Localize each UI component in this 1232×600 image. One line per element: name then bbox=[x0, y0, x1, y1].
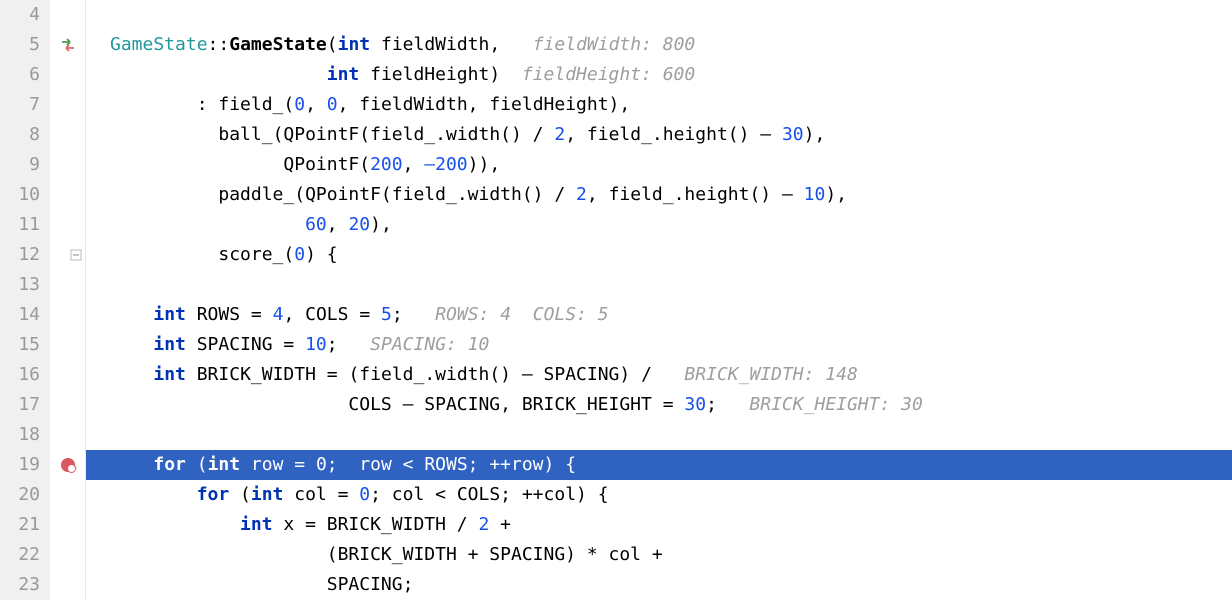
line-number[interactable]: 19 bbox=[0, 450, 40, 480]
line-number[interactable]: 10 bbox=[0, 180, 40, 210]
code-line[interactable]: int fieldHeight) fieldHeight: 600 bbox=[86, 60, 1232, 90]
code-line[interactable]: int SPACING = 10; SPACING: 10 bbox=[86, 330, 1232, 360]
breakpoint-icon[interactable] bbox=[50, 450, 85, 480]
code-line[interactable]: GameState::GameState(int fieldWidth, fie… bbox=[86, 30, 1232, 60]
line-number[interactable]: 21 bbox=[0, 510, 40, 540]
inline-hint: fieldWidth: 800 bbox=[533, 34, 696, 55]
inline-hint: BRICK_WIDTH: 148 bbox=[684, 364, 857, 385]
line-number[interactable]: 4 bbox=[0, 0, 40, 30]
line-number[interactable]: 6 bbox=[0, 60, 40, 90]
code-line[interactable]: : field_(0, 0, fieldWidth, fieldHeight), bbox=[86, 90, 1232, 120]
fold-icon[interactable] bbox=[70, 249, 82, 261]
inline-hint: ROWS: 4 COLS: 5 bbox=[435, 304, 608, 325]
line-number[interactable]: 20 bbox=[0, 480, 40, 510]
code-area[interactable]: GameState::GameState(int fieldWidth, fie… bbox=[86, 0, 1232, 600]
line-number[interactable]: 13 bbox=[0, 270, 40, 300]
code-line[interactable] bbox=[86, 270, 1232, 300]
line-number[interactable]: 17 bbox=[0, 390, 40, 420]
code-line[interactable]: 60, 20), bbox=[86, 210, 1232, 240]
code-line[interactable]: for (int col = 0; col < COLS; ++col) { bbox=[86, 480, 1232, 510]
line-number[interactable]: 12 bbox=[0, 240, 40, 270]
line-number[interactable]: 16 bbox=[0, 360, 40, 390]
marker-gutter[interactable] bbox=[50, 0, 86, 600]
line-number[interactable]: 22 bbox=[0, 540, 40, 570]
swap-arrows-icon[interactable] bbox=[50, 30, 85, 60]
line-number[interactable]: 7 bbox=[0, 90, 40, 120]
class-name: GameState bbox=[110, 34, 208, 55]
line-number[interactable]: 8 bbox=[0, 120, 40, 150]
code-line[interactable]: COLS – SPACING, BRICK_HEIGHT = 30; BRICK… bbox=[86, 390, 1232, 420]
code-line[interactable]: (BRICK_WIDTH + SPACING) * col + bbox=[86, 540, 1232, 570]
code-line[interactable]: score_(0) { bbox=[86, 240, 1232, 270]
code-line[interactable]: paddle_(QPointF(field_.width() / 2, fiel… bbox=[86, 180, 1232, 210]
inline-hint: BRICK_HEIGHT: 30 bbox=[749, 394, 922, 415]
line-number[interactable]: 18 bbox=[0, 420, 40, 450]
code-line[interactable]: ball_(QPointF(field_.width() / 2, field_… bbox=[86, 120, 1232, 150]
code-editor: 4 5 6 7 8 9 10 11 12 13 14 15 16 17 18 1… bbox=[0, 0, 1232, 600]
line-number-gutter[interactable]: 4 5 6 7 8 9 10 11 12 13 14 15 16 17 18 1… bbox=[0, 0, 50, 600]
code-line[interactable]: int x = BRICK_WIDTH / 2 + bbox=[86, 510, 1232, 540]
inline-hint: fieldHeight: 600 bbox=[522, 64, 695, 85]
line-number[interactable]: 5 bbox=[0, 30, 40, 60]
code-line[interactable]: int BRICK_WIDTH = (field_.width() – SPAC… bbox=[86, 360, 1232, 390]
code-line[interactable] bbox=[86, 0, 1232, 30]
code-line[interactable]: SPACING; bbox=[86, 570, 1232, 600]
line-number[interactable]: 11 bbox=[0, 210, 40, 240]
code-line-current[interactable]: for (int row = 0; row < ROWS; ++row) { bbox=[86, 450, 1232, 480]
code-line[interactable]: int ROWS = 4, COLS = 5; ROWS: 4 COLS: 5 bbox=[86, 300, 1232, 330]
line-number[interactable]: 23 bbox=[0, 570, 40, 600]
line-number[interactable]: 15 bbox=[0, 330, 40, 360]
code-line[interactable] bbox=[86, 420, 1232, 450]
code-line[interactable]: QPointF(200, –200)), bbox=[86, 150, 1232, 180]
inline-hint: SPACING: 10 bbox=[370, 334, 489, 355]
line-number[interactable]: 14 bbox=[0, 300, 40, 330]
line-number[interactable]: 9 bbox=[0, 150, 40, 180]
constructor-name: GameState bbox=[229, 34, 327, 55]
